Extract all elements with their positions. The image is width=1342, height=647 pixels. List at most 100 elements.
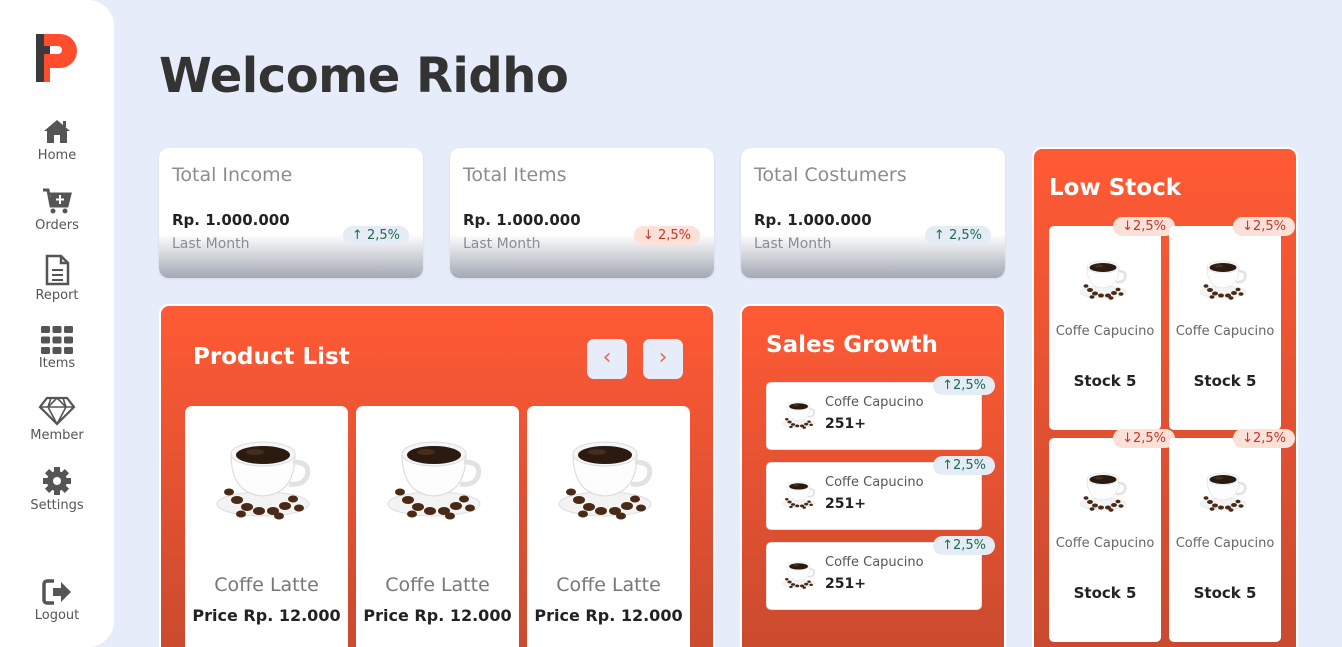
stat-period: Last Month — [463, 236, 541, 252]
document-icon — [45, 254, 70, 286]
grid-icon — [41, 326, 73, 354]
coffee-image — [386, 428, 490, 520]
arrow-up-icon: ↑ — [351, 228, 363, 243]
sidebar-item-report[interactable]: Report — [0, 254, 114, 303]
stock-card[interactable]: Coffe Capucino Stock 5 ↓2,5% — [1049, 429, 1175, 642]
change-badge: ↑ 2,5% — [924, 226, 991, 245]
change-badge: ↑2,5% — [933, 536, 995, 555]
stock-card[interactable]: Coffe Capucino Stock 5 ↓2,5% — [1049, 217, 1175, 430]
stock-card[interactable]: Coffe Capucino Stock 5 ↓2,5% — [1169, 429, 1295, 642]
arrow-down-icon: ↓ — [1242, 431, 1253, 446]
change-badge: ↓2,5% — [1233, 217, 1295, 236]
prev-button[interactable]: ‹ — [587, 339, 627, 379]
product-card[interactable]: Coffe Latte Price Rp. 12.000 — [356, 406, 519, 647]
user-name: Ridho — [415, 48, 569, 104]
coffee-image — [1199, 466, 1251, 512]
coffee-image — [1079, 254, 1131, 300]
change-badge: ↓2,5% — [1233, 429, 1295, 448]
arrow-up-icon: ↑ — [942, 538, 953, 553]
stock-item-name: Coffe Capucino — [1175, 536, 1275, 551]
change-badge: ↑2,5% — [933, 376, 995, 395]
change-badge: ↓ 2,5% — [633, 226, 700, 245]
arrow-up-icon: ↑ — [933, 228, 945, 243]
product-price: Price Rp. 12.000 — [192, 606, 341, 625]
sidebar-item-label: Orders — [35, 218, 79, 233]
next-button[interactable]: › — [643, 339, 683, 379]
arrow-up-icon: ↑ — [942, 378, 953, 393]
coffee-image — [1199, 254, 1251, 300]
stock-item-name: Coffe Capucino — [1055, 324, 1155, 339]
sales-item[interactable]: Coffe Capucino 251+ ↑2,5% — [766, 376, 995, 450]
gear-icon — [43, 467, 71, 495]
stock-count: Stock 5 — [1073, 584, 1137, 602]
change-badge: ↓2,5% — [1113, 429, 1175, 448]
coffee-image — [1079, 466, 1131, 512]
stat-card-income: Total Income Rp. 1.000.000 Last Month ↑ … — [159, 148, 423, 278]
app-logo[interactable] — [36, 32, 78, 84]
stock-count: Stock 5 — [1193, 584, 1257, 602]
sales-item[interactable]: Coffe Capucino 251+ ↑2,5% — [766, 536, 995, 610]
sales-item-value: 251+ — [825, 416, 866, 432]
sales-item[interactable]: Coffe Capucino 251+ ↑2,5% — [766, 456, 995, 530]
stat-value: Rp. 1.000.000 — [463, 211, 581, 229]
coffee-image — [557, 428, 661, 520]
panel-title: Product List — [193, 344, 350, 370]
product-price: Price Rp. 12.000 — [363, 606, 512, 625]
stat-title: Total Income — [172, 164, 293, 186]
sales-item-name: Coffe Capucino — [825, 475, 924, 490]
greeting-text: Welcome — [159, 48, 400, 104]
low-stock-panel: Low Stock Coffe Capucino Stock 5 ↓2,5% C… — [1032, 147, 1298, 647]
sales-item-value: 251+ — [825, 576, 866, 592]
change-badge: ↑ 2,5% — [342, 226, 409, 245]
cart-icon — [43, 188, 72, 214]
arrow-up-icon: ↑ — [942, 458, 953, 473]
stock-card[interactable]: Coffe Capucino Stock 5 ↓2,5% — [1169, 217, 1295, 430]
coffee-image — [781, 397, 819, 429]
sidebar-item-orders[interactable]: Orders — [0, 186, 114, 233]
arrow-down-icon: ↓ — [1122, 219, 1133, 234]
panel-title: Sales Growth — [766, 332, 938, 358]
diamond-icon — [38, 396, 76, 426]
sales-item-value: 251+ — [825, 496, 866, 512]
sidebar: Home Orders Report Items Member Settings… — [0, 0, 114, 647]
product-card[interactable]: Coffe Latte Price Rp. 12.000 — [527, 406, 690, 647]
product-name: Coffe Latte — [556, 574, 661, 596]
stat-title: Total Items — [463, 164, 567, 186]
sidebar-item-logout[interactable]: Logout — [0, 578, 114, 623]
stat-title: Total Costumers — [754, 164, 907, 186]
change-badge: ↓2,5% — [1113, 217, 1175, 236]
sidebar-item-home[interactable]: Home — [0, 116, 114, 163]
stock-item-name: Coffe Capucino — [1055, 536, 1155, 551]
sidebar-item-label: Report — [35, 288, 79, 303]
sales-item-name: Coffe Capucino — [825, 555, 924, 570]
stat-card-costumers: Total Costumers Rp. 1.000.000 Last Month… — [741, 148, 1005, 278]
sidebar-item-label: Member — [30, 428, 84, 443]
stat-card-items: Total Items Rp. 1.000.000 Last Month ↓ 2… — [450, 148, 714, 278]
sidebar-item-settings[interactable]: Settings — [0, 466, 114, 513]
coffee-image — [781, 477, 819, 509]
arrow-down-icon: ↓ — [1242, 219, 1253, 234]
sales-growth-panel: Sales Growth Coffe Capucino 251+ ↑2,5% C… — [740, 304, 1006, 647]
sidebar-item-items[interactable]: Items — [0, 326, 114, 371]
stock-item-name: Coffe Capucino — [1175, 324, 1275, 339]
product-name: Coffe Latte — [385, 574, 490, 596]
product-card[interactable]: Coffe Latte Price Rp. 12.000 — [185, 406, 348, 647]
stat-period: Last Month — [754, 236, 832, 252]
sidebar-item-label: Logout — [34, 608, 80, 623]
logout-icon — [42, 579, 71, 605]
product-list-panel: Product List ‹ › Coffe Latte Price Rp. 1… — [159, 304, 715, 647]
stock-count: Stock 5 — [1073, 372, 1137, 390]
stat-value: Rp. 1.000.000 — [172, 211, 290, 229]
arrow-down-icon: ↓ — [1122, 431, 1133, 446]
product-name: Coffe Latte — [214, 574, 319, 596]
home-icon — [44, 120, 70, 143]
sidebar-item-label: Items — [38, 356, 76, 371]
panel-title: Low Stock — [1049, 175, 1182, 201]
sidebar-item-member[interactable]: Member — [0, 396, 114, 443]
stat-period: Last Month — [172, 236, 250, 252]
product-price: Price Rp. 12.000 — [534, 606, 683, 625]
stock-count: Stock 5 — [1193, 372, 1257, 390]
sidebar-item-label: Home — [37, 148, 77, 163]
change-badge: ↑2,5% — [933, 456, 995, 475]
sales-item-name: Coffe Capucino — [825, 395, 924, 410]
